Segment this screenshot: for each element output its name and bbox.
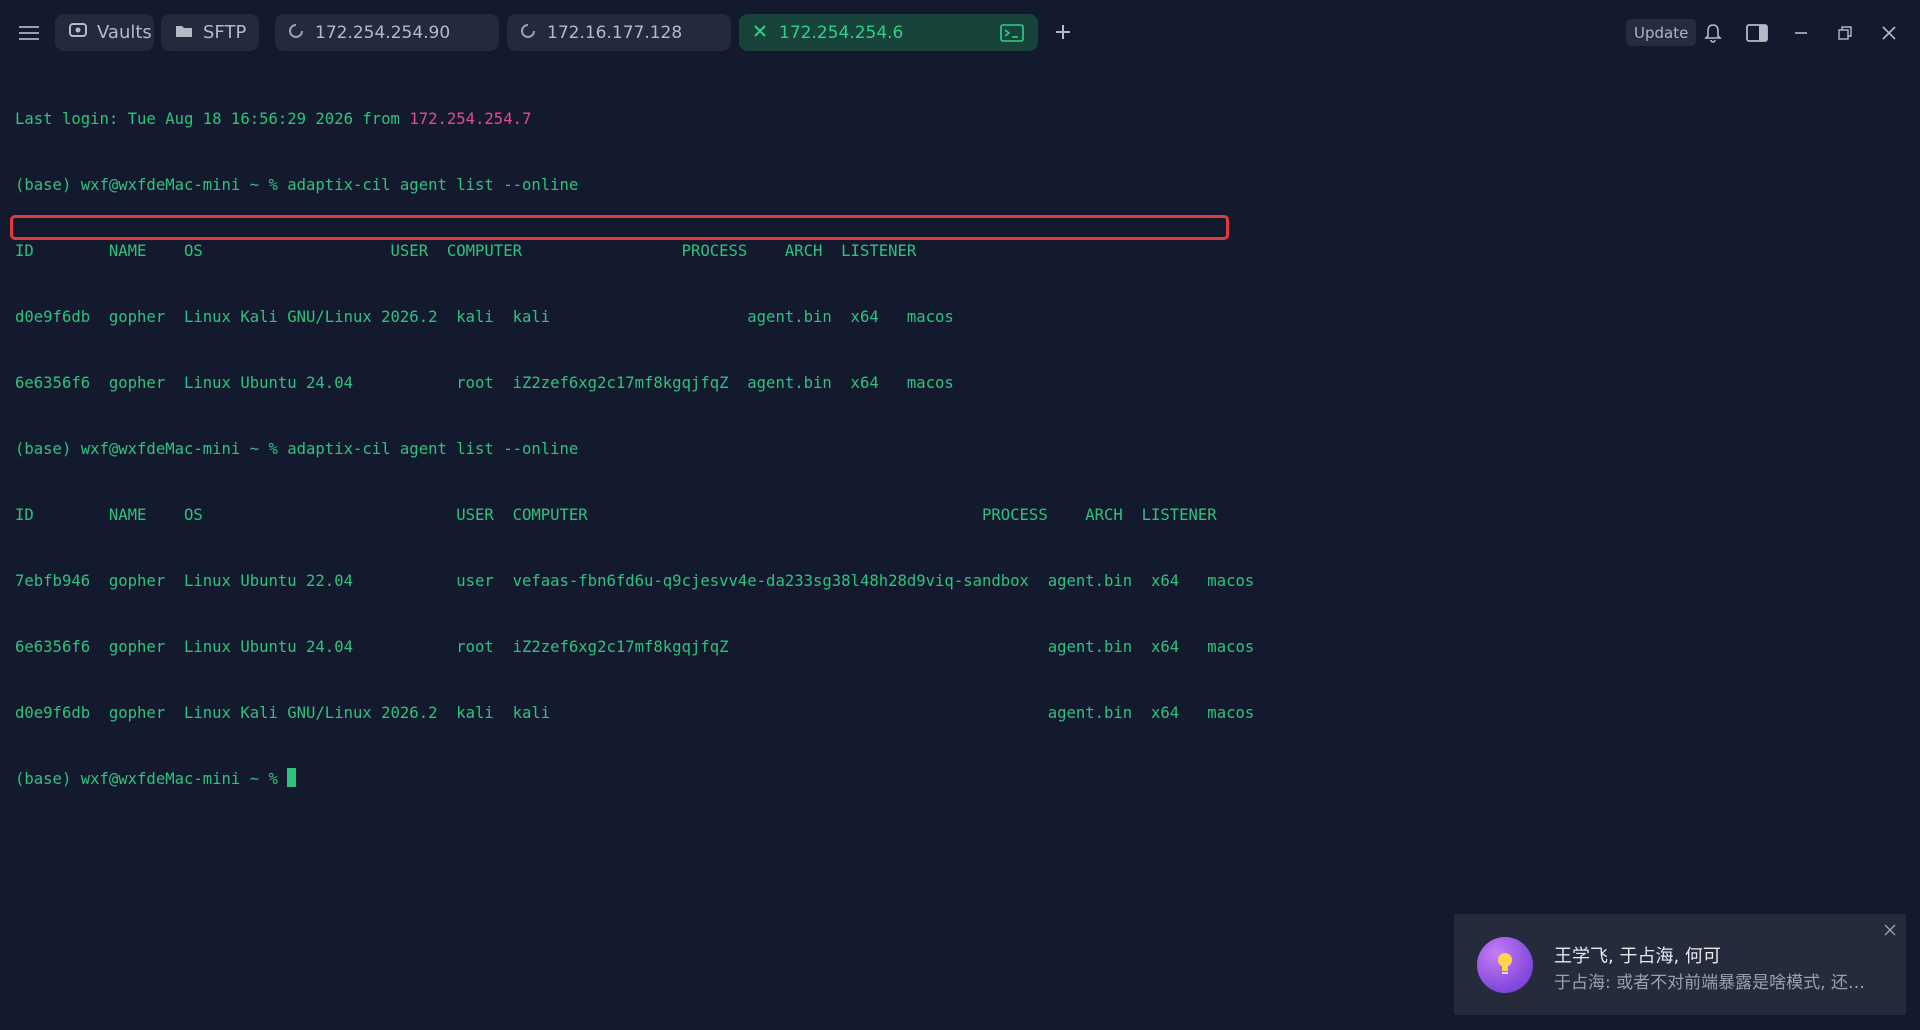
new-tab-plus-icon[interactable] [1050, 18, 1076, 46]
table-header: ID NAME OS USER COMPUTER PROCESS ARCH LI… [15, 506, 1217, 524]
update-button[interactable]: Update [1626, 19, 1697, 46]
terminal-line: (base) wxf@wxfdeMac-mini ~ % adaptix-cil… [15, 440, 579, 458]
vaults-button[interactable]: Vaults [55, 14, 154, 51]
tab-host-2[interactable]: 172.16.177.128 [507, 14, 731, 51]
highlight-annotation [10, 215, 1229, 240]
avatar [1477, 937, 1533, 993]
minimize-icon[interactable] [1786, 18, 1816, 48]
tab-label: 172.16.177.128 [547, 22, 683, 43]
table-row-highlighted: 7ebfb946 gopher Linux Ubuntu 22.04 user … [15, 572, 1255, 590]
table-row: d0e9f6db gopher Linux Kali GNU/Linux 202… [15, 308, 954, 326]
tab-host-3[interactable]: 172.254.254.6 [739, 14, 1038, 51]
notification-title: 王学飞, 于占海, 何可 [1554, 946, 1721, 967]
folder-icon [175, 22, 193, 43]
lightbulb-icon [1494, 950, 1516, 980]
close-icon[interactable] [753, 23, 767, 43]
vaults-label: Vaults [97, 22, 152, 43]
notification-toast[interactable]: 王学飞, 于占海, 何可 于占海: 或者不对前端暴露是啥模式, 还是什么 [1454, 914, 1906, 1015]
sidebar-toggle-icon[interactable] [1742, 18, 1772, 48]
tab-label: 172.254.254.90 [315, 22, 451, 43]
table-row: 6e6356f6 gopher Linux Ubuntu 24.04 root … [15, 374, 954, 392]
close-window-icon[interactable] [1874, 18, 1904, 48]
table-header: ID NAME OS USER COMPUTER PROCESS ARCH LI… [15, 242, 917, 260]
notification-message: 于占海: 或者不对前端暴露是啥模式, 还是什么 [1554, 973, 1874, 993]
title-bar: Vaults SFTP 172.254.254.90 172.16.177.12… [0, 0, 1920, 64]
table-row: 6e6356f6 gopher Linux Ubuntu 24.04 root … [15, 638, 1255, 656]
table-row: d0e9f6db gopher Linux Kali GNU/Linux 202… [15, 704, 1255, 722]
tab-label: 172.254.254.6 [779, 22, 904, 43]
vault-icon [69, 22, 87, 43]
loading-icon [289, 23, 303, 43]
tab-host-1[interactable]: 172.254.254.90 [275, 14, 499, 51]
bell-icon[interactable] [1698, 18, 1728, 48]
terminal-icon[interactable] [1000, 23, 1024, 42]
restore-icon[interactable] [1830, 18, 1860, 48]
terminal-line: (base) wxf@wxfdeMac-mini ~ % adaptix-cil… [15, 176, 579, 194]
hamburger-menu-icon[interactable] [14, 18, 44, 48]
text-cursor [287, 768, 297, 787]
sftp-label: SFTP [203, 22, 247, 43]
close-icon[interactable] [1882, 922, 1898, 938]
prompt-line[interactable]: (base) wxf@wxfdeMac-mini ~ % [15, 768, 1905, 790]
sftp-button[interactable]: SFTP [161, 14, 259, 51]
terminal-output[interactable]: Last login: Tue Aug 18 16:56:29 2026 fro… [15, 64, 1905, 788]
login-ip: 172.254.254.7 [409, 110, 532, 128]
loading-icon [521, 23, 535, 43]
login-line: Last login: Tue Aug 18 16:56:29 2026 fro… [15, 110, 532, 128]
